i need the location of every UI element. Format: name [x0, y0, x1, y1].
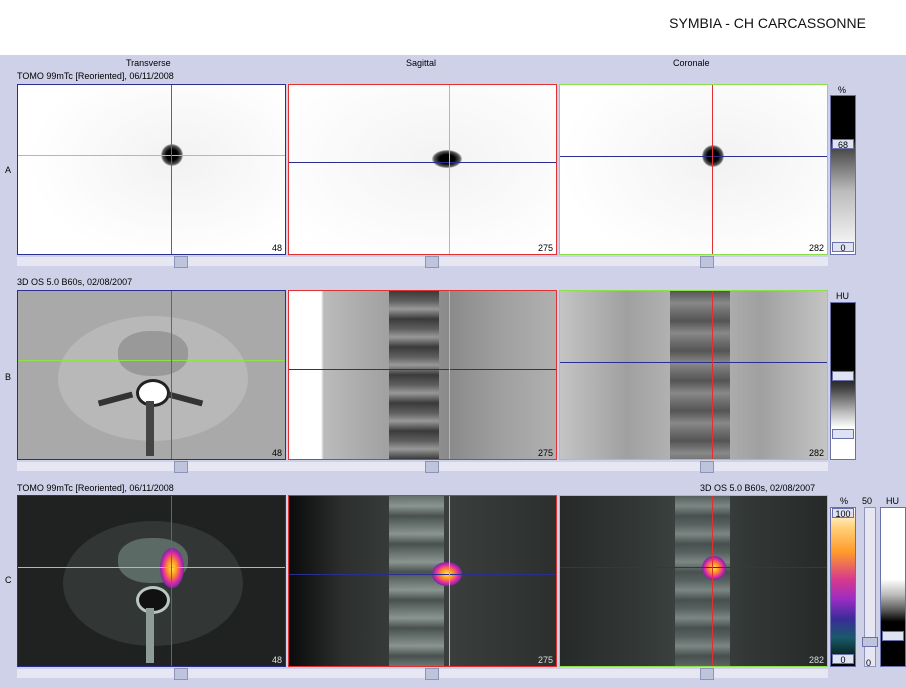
row-a-scale-top-value[interactable]: 68 — [832, 139, 854, 150]
row-c-scale-top-value[interactable]: 100 — [832, 508, 854, 519]
slice-number: 275 — [537, 243, 553, 253]
spinous-process — [146, 608, 154, 663]
spinous-process — [146, 401, 154, 456]
row-a-sagittal-slider[interactable] — [425, 256, 439, 268]
column-header-transverse: Transverse — [126, 58, 171, 68]
viewport-c-sagittal[interactable]: 275 — [288, 495, 557, 667]
row-c-ct-scale-unit: HU — [886, 496, 899, 506]
row-a-coronal-slider[interactable] — [700, 256, 714, 268]
row-a-scale-bottom-value[interactable]: 0 — [832, 242, 854, 253]
crosshair-v[interactable] — [171, 291, 172, 459]
crosshair-h[interactable] — [560, 362, 827, 363]
row-c-scale-unit: % — [840, 496, 849, 506]
crosshair-v[interactable] — [171, 496, 172, 666]
crosshair-h[interactable] — [560, 156, 827, 157]
crosshair-h[interactable] — [18, 567, 285, 568]
crosshair-v[interactable] — [712, 496, 713, 666]
row-a-transverse-slider[interactable] — [174, 256, 188, 268]
row-a-gray-scale[interactable] — [830, 95, 856, 255]
row-c-transverse-slider[interactable] — [174, 668, 188, 680]
viewport-c-transverse[interactable]: 48 — [17, 495, 286, 667]
slice-number: 282 — [808, 448, 824, 458]
spine-column — [389, 291, 439, 459]
slice-number: 275 — [537, 448, 553, 458]
uptake-hotspot — [432, 150, 462, 168]
row-b-transverse-slider[interactable] — [174, 461, 188, 473]
slice-number: 48 — [271, 655, 282, 665]
row-b-series-info: 3D OS 5.0 B60s, 02/08/2007 — [17, 277, 133, 287]
row-b-label: B — [5, 372, 12, 382]
crosshair-v[interactable] — [712, 85, 713, 254]
slice-number: 282 — [808, 243, 824, 253]
title-bar: SYMBIA - CH CARCASSONNE — [0, 0, 906, 55]
row-b-scale-unit: HU — [836, 291, 849, 301]
slice-number: 275 — [537, 655, 553, 665]
viewport-b-coronal[interactable]: 282 — [559, 290, 828, 460]
crosshair-v[interactable] — [171, 85, 172, 254]
fusion-hotspot — [702, 556, 726, 580]
vertebral-body — [118, 331, 188, 376]
row-c-series-info-spect: TOMO 99mTc [Reoriented], 06/11/2008 — [17, 483, 174, 493]
slice-number: 282 — [808, 655, 824, 665]
row-c-ct-gray-scale[interactable] — [880, 507, 906, 667]
row-c-scale-bottom-value[interactable]: 0 — [832, 654, 854, 665]
viewport-b-transverse[interactable]: 48 — [17, 290, 286, 460]
site-name: SYMBIA - CH CARCASSONNE — [669, 15, 866, 31]
viewport-b-sagittal[interactable]: 275 — [288, 290, 557, 460]
viewport-a-coronal[interactable]: 282 — [559, 84, 828, 255]
row-c-series-info-ct: 3D OS 5.0 B60s, 02/08/2007 — [700, 483, 816, 493]
row-c-coronal-slider[interactable] — [700, 668, 714, 680]
viewport-a-transverse[interactable]: 48 — [17, 84, 286, 255]
crosshair-v[interactable] — [449, 291, 450, 459]
crosshair-v[interactable] — [449, 85, 450, 254]
row-b-coronal-slider[interactable] — [700, 461, 714, 473]
spine-column — [675, 496, 730, 666]
row-a-label: A — [5, 165, 12, 175]
row-c-color-scale[interactable] — [830, 507, 856, 667]
row-a-scale-unit: % — [838, 85, 847, 95]
row-c-ct-window-handle[interactable] — [882, 631, 904, 641]
row-c-blend-slider-thumb[interactable] — [862, 637, 878, 647]
viewport-a-sagittal[interactable]: 275 — [288, 84, 557, 255]
slice-number: 48 — [271, 243, 282, 253]
crosshair-h[interactable] — [18, 360, 285, 361]
crosshair-h[interactable] — [289, 574, 556, 575]
row-b-window-lower[interactable] — [832, 429, 854, 439]
row-c-blend-top-value: 50 — [862, 496, 873, 506]
slice-number: 48 — [271, 448, 282, 458]
viewport-c-coronal[interactable]: 282 — [559, 495, 828, 667]
column-header-coronale: Coronale — [673, 58, 710, 68]
crosshair-h[interactable] — [289, 162, 556, 163]
crosshair-v[interactable] — [712, 291, 713, 459]
row-c-blend-bottom-value: 0 — [866, 658, 872, 668]
viewer-workspace: Transverse Sagittal Coronale TOMO 99mTc … — [0, 55, 906, 688]
row-a-series-info: TOMO 99mTc [Reoriented], 06/11/2008 — [17, 71, 174, 81]
row-c-sagittal-slider[interactable] — [425, 668, 439, 680]
row-b-sagittal-slider[interactable] — [425, 461, 439, 473]
crosshair-h[interactable] — [289, 369, 556, 370]
fusion-hotspot — [160, 548, 184, 588]
row-c-label: C — [5, 575, 12, 585]
crosshair-v[interactable] — [449, 496, 450, 666]
crosshair-h[interactable] — [18, 155, 285, 156]
spine-column — [670, 291, 730, 459]
row-b-window-upper[interactable] — [832, 371, 854, 381]
column-header-sagittal: Sagittal — [406, 58, 437, 68]
crosshair-h[interactable] — [560, 567, 827, 568]
